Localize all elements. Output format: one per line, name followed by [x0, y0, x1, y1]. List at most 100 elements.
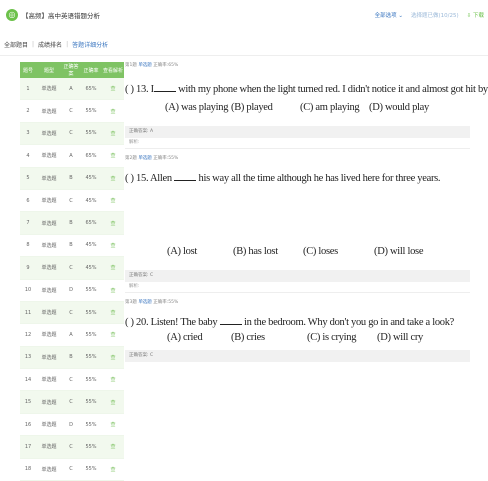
- cell-view-link[interactable]: 查: [102, 152, 124, 159]
- option-c: (C) loses: [303, 246, 338, 257]
- cell-answer: C: [69, 376, 73, 383]
- cell-rate: 45%: [85, 175, 97, 182]
- question-panel: 第1题 单选题 正确率:65% ( ) 13. I with my phone …: [125, 62, 488, 362]
- cell-type: 单选题: [41, 265, 57, 272]
- cell-type: 单选题: [41, 377, 57, 384]
- question-options: (A) was playing (B) played (C) am playin…: [125, 102, 470, 116]
- cell-answer: C: [69, 309, 73, 316]
- correct-answer-bar: 正确答案: C: [125, 350, 470, 362]
- cell-type: 单选题: [41, 310, 57, 317]
- cell-number: 18: [24, 466, 32, 473]
- cell-rate: 55%: [85, 354, 97, 361]
- cell-type: 单选题: [41, 175, 57, 182]
- option-a: (A) lost: [167, 246, 197, 257]
- cell-rate: 45%: [85, 264, 97, 271]
- header-actions: 全部选项 ⌄ 选择题已做(10/25) ⇩ 下载: [375, 11, 484, 19]
- cell-view-link[interactable]: 查: [102, 376, 124, 383]
- table-row: 2 单选题 C 55% 查: [20, 100, 124, 123]
- table-row: 9 单选题 C 45% 查: [20, 257, 124, 280]
- table-row: 8 单选题 B 45% 查: [20, 235, 124, 258]
- cell-view-link[interactable]: 查: [102, 220, 124, 227]
- table-row: 3 单选题 C 55% 查: [20, 122, 124, 146]
- cell-rate: 55%: [85, 130, 97, 137]
- option-d: (D) will lose: [374, 246, 424, 257]
- cell-type: 单选题: [41, 399, 57, 406]
- cell-view-link[interactable]: 查: [102, 354, 124, 361]
- question-type: 单选题: [138, 300, 152, 305]
- option-filter-dropdown[interactable]: 全部选项 ⌄: [375, 11, 403, 19]
- question-stem: ( ) 20. Listen! The baby in the bedroom.…: [125, 317, 455, 328]
- col-header-rate: 正确率: [83, 67, 99, 74]
- cell-answer: C: [69, 466, 73, 473]
- cell-number: 5: [26, 175, 30, 182]
- cell-answer: B: [69, 175, 73, 182]
- cell-view-link[interactable]: 查: [102, 264, 124, 271]
- cell-rate: 55%: [85, 399, 97, 406]
- cell-view-link[interactable]: 查: [102, 443, 124, 450]
- col-header-view: 查看解析: [102, 67, 123, 74]
- option-d: (D) would play: [369, 102, 429, 113]
- answer-blank: [153, 82, 176, 92]
- table-row: 14 单选题 C 55% 查: [20, 369, 124, 392]
- header-divider: [0, 55, 488, 56]
- cell-view-link[interactable]: 查: [102, 175, 124, 182]
- cell-number: 16: [24, 421, 32, 428]
- cell-answer: B: [69, 220, 73, 227]
- tab-all-questions[interactable]: 全部题目: [4, 40, 28, 49]
- table-row: 7 单选题 B 65% 查: [20, 212, 124, 235]
- cell-answer: A: [69, 331, 73, 338]
- cell-number: 14: [24, 376, 32, 383]
- cell-view-link[interactable]: 查: [102, 108, 124, 115]
- cell-rate: 55%: [85, 309, 97, 316]
- cell-answer: C: [69, 264, 73, 271]
- cell-type: 单选题: [41, 86, 57, 93]
- download-button[interactable]: ⇩ 下载: [467, 11, 484, 19]
- table-row: 10 单选题 D 55% 查: [20, 280, 124, 302]
- question-number: 第1题: [125, 63, 137, 68]
- question-options: (A) lost (B) has lost (C) loses (D) will…: [125, 246, 470, 260]
- tab-detail-analysis[interactable]: 答题详细分析: [72, 40, 108, 49]
- cell-answer: A: [69, 85, 73, 92]
- cell-type: 单选题: [41, 130, 57, 137]
- question-type: 单选题: [138, 63, 152, 68]
- question-stats-table: 题号 题型 正确答案 正确率 查看解析 1 单选题 A 65% 查 2 单选题 C 55% 查 3 单…: [20, 62, 124, 481]
- cell-answer: D: [69, 287, 73, 294]
- cell-rate: 55%: [85, 466, 97, 473]
- option-c: (C) is crying: [307, 332, 357, 343]
- cell-answer: B: [69, 354, 73, 361]
- cell-number: 17: [24, 443, 32, 450]
- cell-rate: 45%: [85, 197, 97, 204]
- cell-type: 单选题: [41, 354, 57, 361]
- question-meta: 第1题 单选题 正确率:65%: [125, 62, 470, 70]
- cell-view-link[interactable]: 查: [102, 331, 124, 338]
- question-meta: 第2题 单选题 正确率:55%: [125, 155, 470, 163]
- cell-type: 单选题: [41, 108, 57, 115]
- cell-view-link[interactable]: 查: [102, 85, 124, 92]
- cell-rate: 55%: [85, 443, 97, 450]
- cell-view-link[interactable]: 查: [102, 287, 124, 294]
- cell-view-link[interactable]: 查: [102, 421, 124, 428]
- question-options: (A) cried (B) cries (C) is crying (D) wi…: [125, 332, 470, 346]
- table-row: 18 单选题 C 55% 查: [20, 459, 124, 481]
- cell-view-link[interactable]: 查: [102, 197, 124, 204]
- cell-number: 13: [24, 354, 32, 361]
- correct-answer-bar: 正确答案: A: [125, 126, 470, 138]
- tab-ranking[interactable]: 成绩排名: [38, 40, 62, 49]
- table-body: 1 单选题 A 65% 查 2 单选题 C 55% 查 3 单选题 C 55% 查 4 单选题 A 65% 查 5 单选题…: [20, 78, 124, 481]
- cell-view-link[interactable]: 查: [102, 399, 124, 406]
- tab-separator: |: [32, 40, 35, 48]
- cell-number: 2: [26, 108, 30, 115]
- cell-view-link[interactable]: 查: [102, 130, 124, 137]
- option-b: (B) cries: [231, 332, 265, 343]
- cell-answer: D: [69, 421, 73, 428]
- cell-number: 11: [24, 309, 32, 316]
- option-c: (C) am playing: [300, 102, 360, 113]
- cell-view-link[interactable]: 查: [102, 309, 124, 316]
- cell-view-link[interactable]: 查: [102, 466, 124, 473]
- cell-rate: 55%: [85, 108, 97, 115]
- question-stem: ( ) 15. Allen his way all the time altho…: [125, 173, 441, 184]
- cell-type: 单选题: [41, 242, 57, 249]
- cell-view-link[interactable]: 查: [102, 242, 124, 249]
- progress-setting-link[interactable]: 选择题已做(10/25): [411, 11, 459, 19]
- cell-type: 单选题: [41, 153, 57, 160]
